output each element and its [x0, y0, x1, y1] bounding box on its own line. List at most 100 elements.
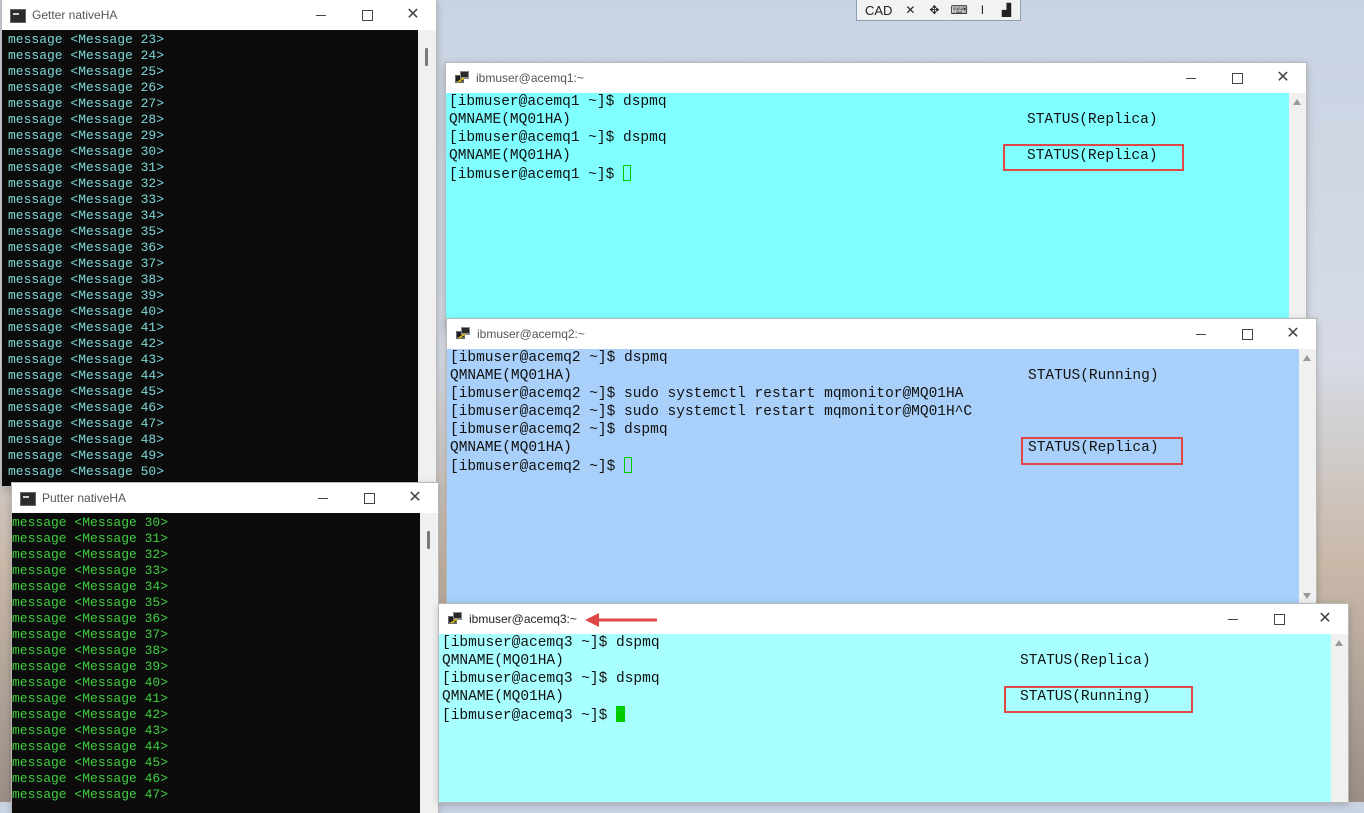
console-line: message <Message 23> — [8, 32, 165, 47]
console-line: message <Message 49> — [8, 448, 165, 463]
terminal-line: [ibmuser@acemq1 ~]$ dspmq — [449, 93, 1289, 111]
terminal-line: QMNAME(MQ01HA) STATUS(Replica) — [449, 111, 1289, 129]
signal-icon[interactable]: ▟ — [998, 3, 1014, 17]
scroll-up-icon[interactable] — [1293, 99, 1301, 105]
maximize-button[interactable] — [1256, 604, 1302, 634]
maximize-icon — [1273, 613, 1285, 625]
minimize-icon — [316, 14, 326, 16]
terminal-line: [ibmuser@acemq3 ~]$ dspmq — [442, 634, 1331, 652]
getter-scrollbar[interactable] — [418, 30, 436, 486]
acemq2-terminal-output[interactable]: [ibmuser@acemq2 ~]$ dspmq QMNAME(MQ01HA) S… — [447, 349, 1299, 605]
console-line: message <Message 41> — [8, 320, 165, 335]
console-line: message <Message 50> — [8, 464, 165, 479]
text-cursor-icon[interactable]: I — [974, 3, 990, 17]
acemq3-title-bar[interactable]: ibmuser@acemq3:~ ✕ — [439, 604, 1348, 634]
minimize-button[interactable] — [1178, 319, 1224, 349]
console-line: message <Message 28> — [8, 112, 165, 127]
console-line: message <Message 36> — [8, 240, 165, 255]
acemq1-title-bar[interactable]: ibmuser@acemq1:~ ✕ — [446, 63, 1306, 93]
maximize-button[interactable] — [346, 483, 392, 513]
console-line: message <Message 42> — [8, 336, 165, 351]
console-line: message <Message 40> — [8, 304, 165, 319]
maximize-button[interactable] — [1214, 63, 1260, 93]
putty-icon — [448, 612, 462, 624]
maximize-button[interactable] — [1224, 319, 1270, 349]
shrink-icon[interactable]: ✕ — [902, 3, 918, 17]
close-button[interactable]: ✕ — [392, 483, 438, 513]
status-highlight-box — [1004, 686, 1193, 713]
red-arrow-icon — [585, 613, 657, 627]
minimize-button[interactable] — [300, 483, 346, 513]
console-line: message <Message 46> — [12, 771, 169, 786]
cad-button[interactable]: CAD — [863, 3, 894, 18]
terminal-line-text: QMNAME(MQ01HA) — [450, 440, 572, 456]
getter-title-bar[interactable]: Getter nativeHA ✕ — [2, 0, 436, 30]
minimize-button[interactable] — [1168, 63, 1214, 93]
console-line: message <Message 44> — [8, 368, 165, 383]
console-icon — [10, 9, 26, 23]
acemq2-scrollbar[interactable] — [1299, 349, 1316, 605]
terminal-line-text: [ibmuser@acemq3 ~]$ dspmq — [442, 671, 660, 687]
status-highlight-box — [1003, 144, 1184, 171]
minimize-button[interactable] — [298, 0, 344, 30]
close-icon: ✕ — [1276, 69, 1290, 86]
console-line: message <Message 39> — [12, 659, 169, 674]
acemq1-terminal-output[interactable]: [ibmuser@acemq1 ~]$ dspmq QMNAME(MQ01HA) S… — [446, 93, 1289, 327]
acemq3-terminal-output[interactable]: [ibmuser@acemq3 ~]$ dspmq QMNAME(MQ01HA) S… — [439, 634, 1331, 802]
close-icon: ✕ — [406, 6, 420, 23]
console-line: message <Message 43> — [8, 352, 165, 367]
close-button[interactable]: ✕ — [1260, 63, 1306, 93]
terminal-line-text: [ibmuser@acemq1 ~]$ — [449, 167, 624, 183]
maximize-button[interactable] — [344, 0, 390, 30]
scroll-down-icon[interactable] — [1303, 593, 1311, 599]
console-line: message <Message 37> — [8, 256, 165, 271]
queue-manager-status: STATUS(Running) — [1028, 368, 1159, 384]
terminal-line-text: [ibmuser@acemq2 ~]$ sudo systemctl resta… — [450, 404, 973, 420]
acemq3-scrollbar[interactable] — [1331, 634, 1348, 802]
keyboard-icon[interactable]: ⌨ — [950, 3, 967, 17]
putty-icon — [456, 327, 470, 339]
maximize-icon — [1231, 72, 1243, 84]
status-highlight-box — [1021, 437, 1183, 465]
terminal-line-text: QMNAME(MQ01HA) — [450, 368, 572, 384]
console-line: message <Message 31> — [12, 531, 169, 546]
console-line: message <Message 31> — [8, 160, 165, 175]
close-icon: ✕ — [408, 489, 422, 506]
scrollbar-thumb[interactable] — [425, 48, 428, 66]
close-button[interactable]: ✕ — [390, 0, 436, 30]
terminal-line: [ibmuser@acemq2 ~]$ sudo systemctl resta… — [450, 385, 1299, 403]
putter-title-bar[interactable]: Putter nativeHA ✕ — [12, 483, 438, 513]
acemq1-scrollbar[interactable] — [1289, 93, 1306, 327]
scroll-up-icon[interactable] — [1335, 640, 1343, 646]
close-button[interactable]: ✕ — [1270, 319, 1316, 349]
text-cursor — [624, 457, 633, 473]
terminal-line-text: QMNAME(MQ01HA) — [442, 653, 564, 669]
terminal-line: [ibmuser@acemq2 ~]$ dspmq — [450, 349, 1299, 367]
acemq2-terminal-window: ibmuser@acemq2:~ ✕ [ibmuser@acemq2 ~]$ d… — [447, 319, 1316, 605]
terminal-line-text: QMNAME(MQ01HA) — [449, 148, 571, 164]
console-line: message <Message 30> — [12, 515, 169, 530]
terminal-line-text: [ibmuser@acemq2 ~]$ sudo systemctl resta… — [450, 386, 964, 402]
terminal-line-text: [ibmuser@acemq3 ~]$ dspmq — [442, 635, 660, 651]
terminal-line: [ibmuser@acemq2 ~]$ sudo systemctl resta… — [450, 403, 1299, 421]
console-line: message <Message 27> — [8, 96, 165, 111]
minimize-button[interactable] — [1210, 604, 1256, 634]
terminal-line-text: [ibmuser@acemq1 ~]$ dspmq — [449, 94, 667, 110]
maximize-icon — [361, 9, 373, 21]
maximize-icon — [363, 492, 375, 504]
expand-icon[interactable]: ✥ — [926, 3, 942, 17]
console-line: message <Message 35> — [8, 224, 165, 239]
terminal-line-text: QMNAME(MQ01HA) — [449, 112, 571, 128]
acemq2-title-bar[interactable]: ibmuser@acemq2:~ ✕ — [447, 319, 1316, 349]
scrollbar-thumb[interactable] — [427, 531, 430, 549]
window-title: ibmuser@acemq3:~ — [469, 612, 577, 626]
close-button[interactable]: ✕ — [1302, 604, 1348, 634]
console-line: message <Message 30> — [8, 144, 165, 159]
console-line: message <Message 38> — [8, 272, 165, 287]
minimize-icon — [318, 497, 328, 499]
terminal-line-text: [ibmuser@acemq2 ~]$ dspmq — [450, 422, 668, 438]
console-line: message <Message 26> — [8, 80, 165, 95]
putter-scrollbar[interactable] — [420, 513, 438, 813]
acemq3-terminal-window: ibmuser@acemq3:~ ✕ [ibmuser@acemq3 ~]$ d… — [439, 604, 1348, 802]
scroll-up-icon[interactable] — [1303, 355, 1311, 361]
